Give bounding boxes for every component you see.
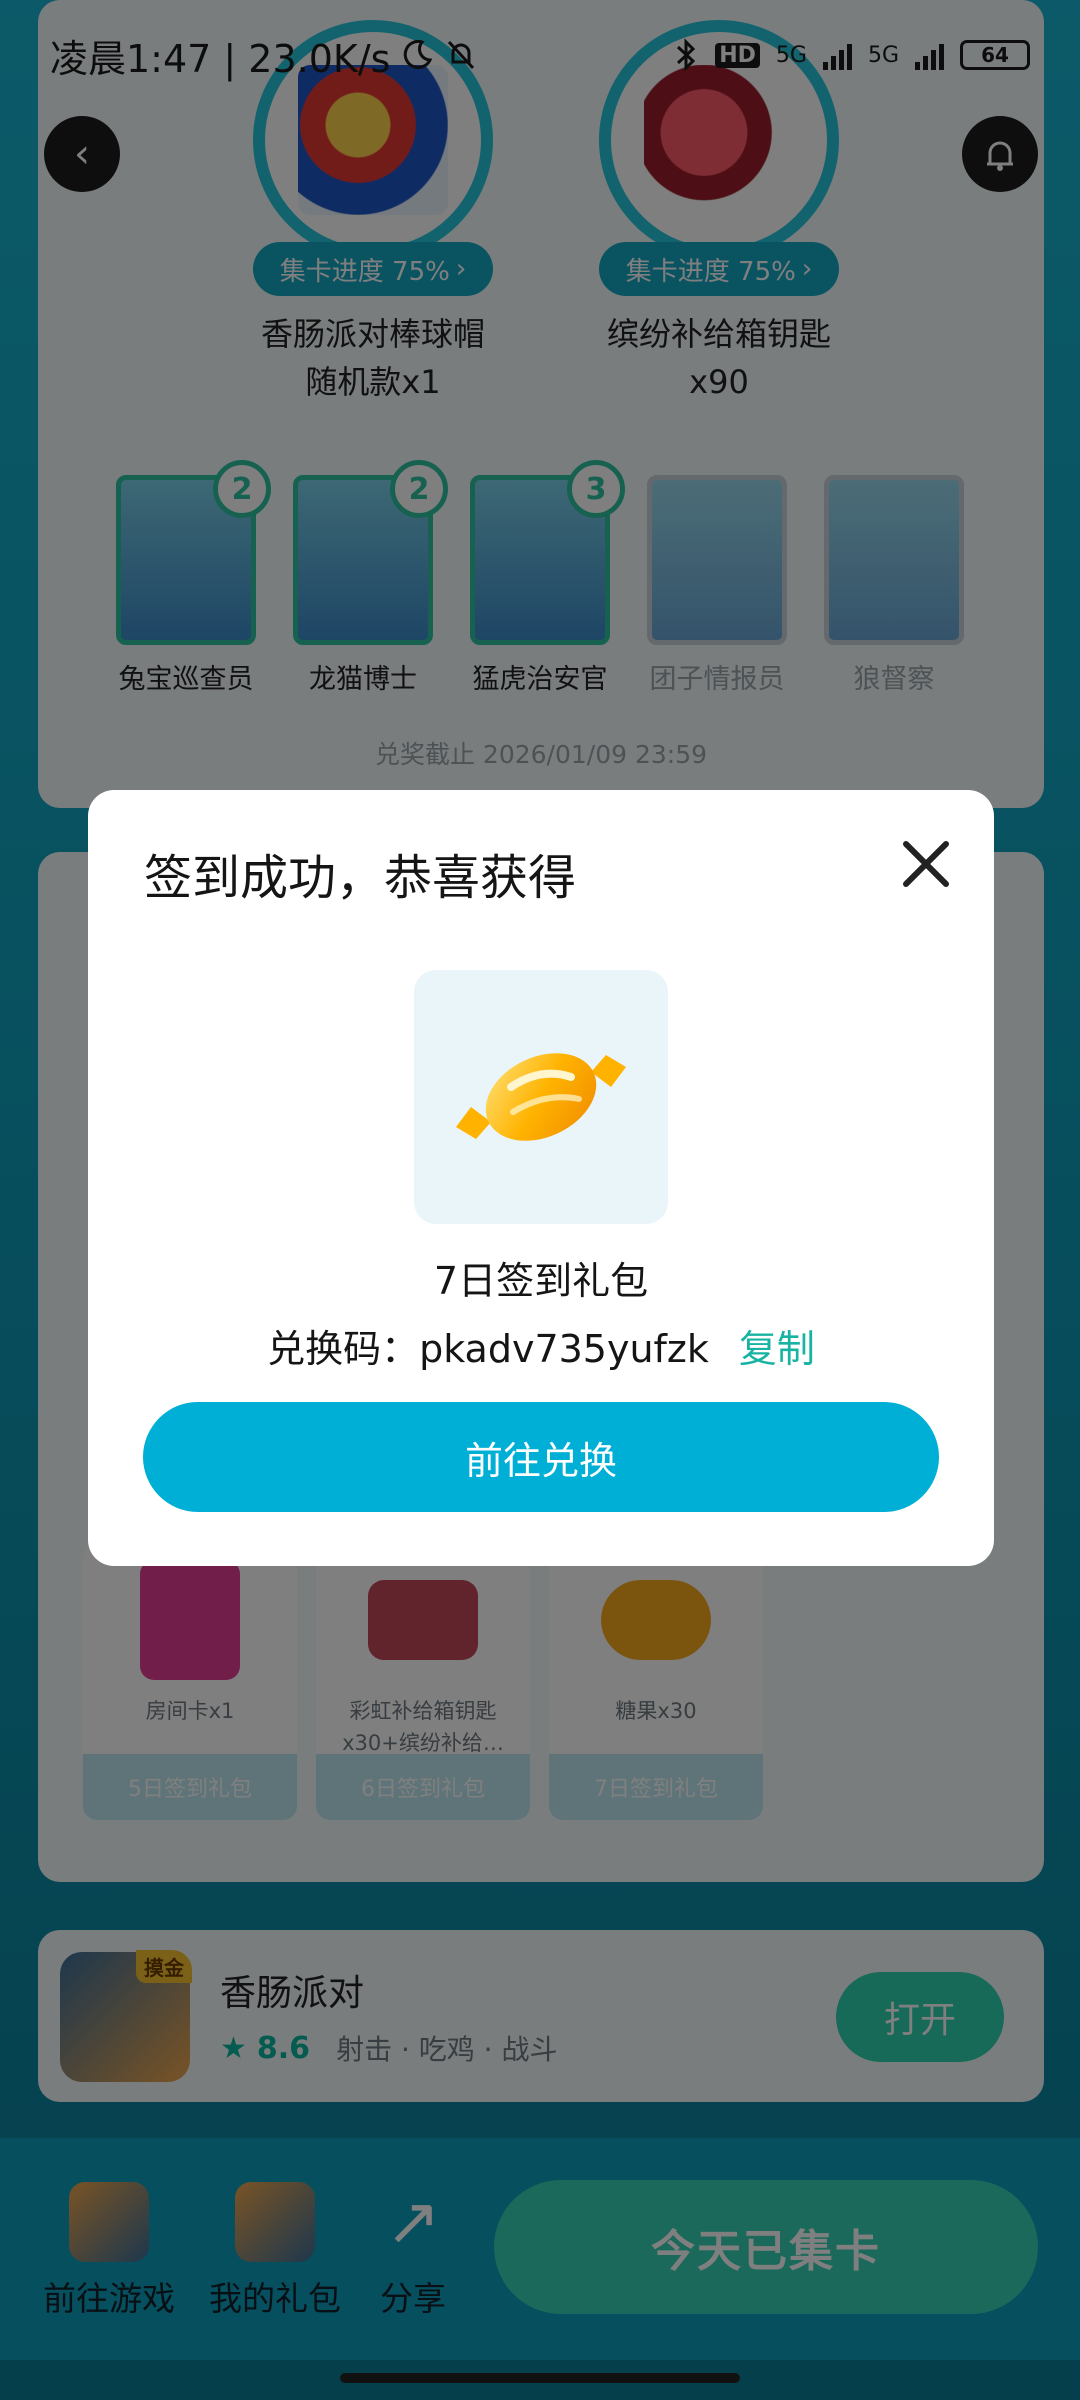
page: 凌晨1:47 | 23.0K/s HD 5G 5G 64 ‹ — [0, 0, 1080, 2400]
reward-name: 7日签到礼包 — [433, 1259, 649, 1303]
reward-image-box — [414, 970, 668, 1224]
candy-icon — [456, 1053, 626, 1141]
redeem-code-value[interactable]: pkadv735yufzk — [419, 1327, 709, 1371]
dialog-title: 签到成功，恭喜获得 — [144, 850, 577, 906]
close-icon — [903, 841, 949, 887]
close-button[interactable] — [888, 826, 964, 902]
checkin-success-dialog: 签到成功，恭喜获得 7日签到礼包 兑换码：pkadv735yufzk 复制 前往… — [88, 790, 994, 1566]
home-indicator[interactable] — [340, 2373, 740, 2383]
redeem-code-line: 兑换码：pkadv735yufzk 复制 — [88, 1318, 994, 1373]
code-prefix: 兑换码： — [267, 1327, 420, 1371]
go-redeem-button[interactable]: 前往兑换 — [143, 1402, 939, 1512]
copy-button[interactable]: 复制 — [739, 1327, 815, 1371]
